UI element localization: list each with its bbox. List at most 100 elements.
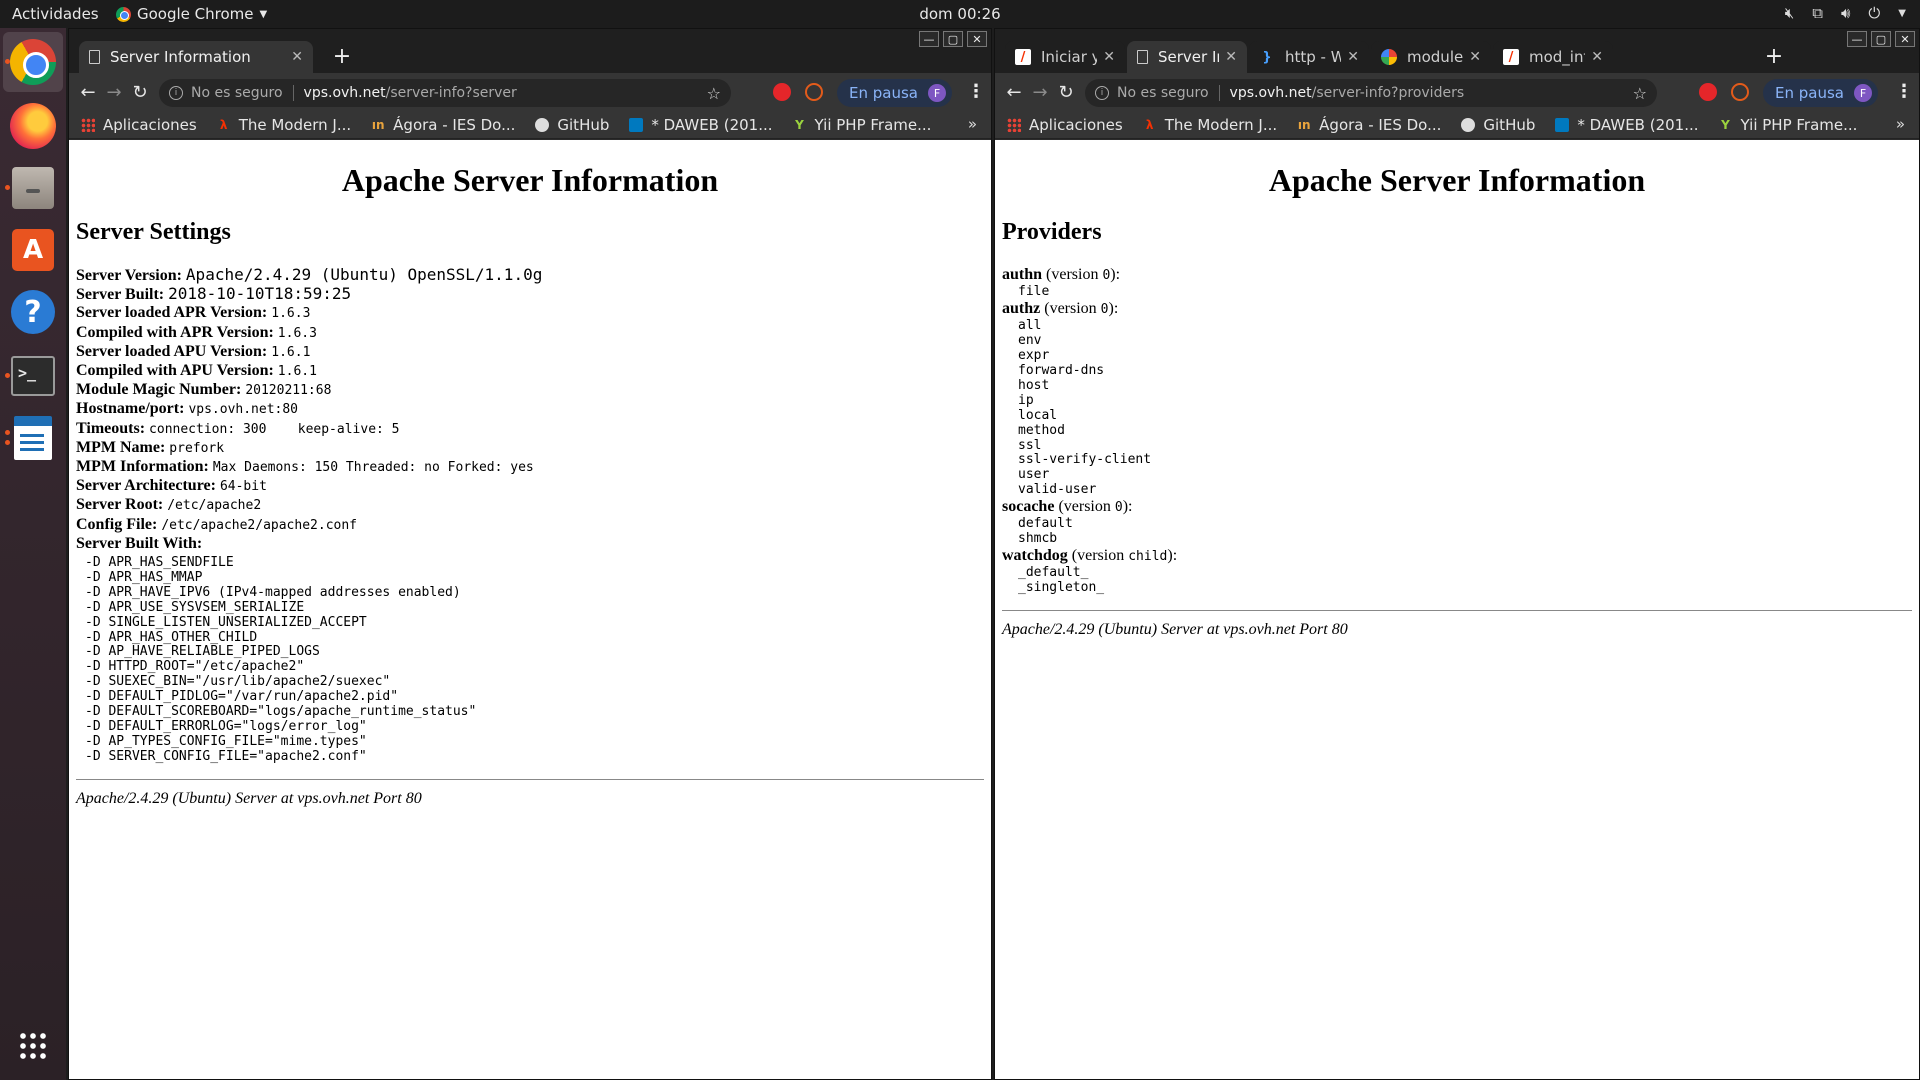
- tab-strip: / Iniciar y Para ✕ Server Inform ✕} http - Wg…: [995, 29, 1919, 73]
- yii-icon: Y: [1721, 117, 1730, 132]
- bookmark-modern-js[interactable]: λ The Modern J...: [217, 116, 351, 134]
- page-title: Apache Server Information: [341, 162, 719, 198]
- reload-button[interactable]: ↻: [1055, 81, 1077, 103]
- provider-row: socache (version 0):: [1002, 498, 1912, 517]
- provider-item: ip: [1018, 392, 1034, 408]
- network-icon[interactable]: ⧉: [1812, 4, 1823, 22]
- profile-paused-button[interactable]: En pausa F: [837, 79, 952, 107]
- dock-terminal[interactable]: >_: [3, 346, 63, 406]
- bookmark-star-icon[interactable]: ☆: [1633, 84, 1647, 103]
- tab-server-information[interactable]: Server Information ✕: [79, 41, 313, 73]
- maximize-button[interactable]: ▢: [1871, 31, 1891, 47]
- system-tray[interactable]: 🔇︎ ⧉ 🔊︎ ⏻ ▼: [1785, 4, 1906, 22]
- provider-item: ssl: [1018, 437, 1042, 453]
- activities-button[interactable]: Actividades: [12, 5, 99, 23]
- define-flag: -D DEFAULT_SCOREBOARD="logs/apache_runti…: [85, 704, 477, 720]
- page-content: Apache Server Information Server Setting…: [69, 140, 991, 1079]
- menu-icon[interactable]: ⋮: [967, 81, 985, 102]
- forward-button[interactable]: →: [103, 81, 125, 103]
- forward-button[interactable]: →: [1029, 81, 1051, 103]
- provider-item: _default_: [1018, 565, 1089, 581]
- bookmarks-more-button[interactable]: »: [968, 115, 977, 133]
- bookmark-label: The Modern J...: [238, 115, 352, 134]
- app-menu[interactable]: Google Chrome ▼: [116, 5, 267, 23]
- minimize-button[interactable]: —: [919, 31, 939, 47]
- close-icon[interactable]: ✕: [1225, 49, 1237, 65]
- bookmark-daweb[interactable]: * DAWEB (201...: [629, 116, 773, 134]
- define-flag: -D AP_TYPES_CONFIG_FILE="mime.types": [85, 733, 367, 749]
- reload-button[interactable]: ↻: [129, 81, 151, 103]
- profile-paused-button[interactable]: En pausa F: [1763, 79, 1878, 107]
- show-applications-button[interactable]: [3, 1016, 63, 1076]
- tab-2[interactable]: Server Inform ✕: [1127, 41, 1247, 73]
- info-icon[interactable]: i: [169, 86, 183, 100]
- agora-icon: ın: [371, 117, 385, 132]
- dock-help[interactable]: ?: [3, 282, 63, 342]
- extension-red-icon[interactable]: [773, 83, 791, 101]
- provider-version-suffix: ):: [1167, 547, 1178, 565]
- chevron-down-icon[interactable]: ▼: [1898, 8, 1906, 19]
- software-center-icon: A: [12, 229, 54, 271]
- provider-version-prefix: (version: [1042, 266, 1103, 283]
- bookmark-agora[interactable]: ın Ágora - IES Do...: [371, 116, 516, 134]
- close-icon[interactable]: ✕: [1469, 49, 1481, 65]
- extension-orange-icon[interactable]: [805, 83, 823, 101]
- address-bar[interactable]: i No es seguro vps.ovh.net/server-info?s…: [159, 79, 731, 107]
- server-signature: Apache/2.4.29 (Ubuntu) Server at vps.ovh…: [1002, 621, 1348, 639]
- bookmark-github[interactable]: GitHub: [535, 116, 609, 134]
- setting-value: prefork: [169, 440, 225, 456]
- browser-window-right: / Iniciar y Para ✕ Server Inform ✕} http - Wg…: [994, 28, 1920, 1080]
- tab-3[interactable]: } http - Wget I ✕: [1249, 41, 1369, 73]
- bookmark-github[interactable]: GitHub: [1461, 116, 1535, 134]
- tab-title: Iniciar y Para: [1041, 48, 1097, 66]
- minimize-button[interactable]: —: [1847, 31, 1867, 47]
- maximize-button[interactable]: ▢: [943, 31, 963, 47]
- dock-files[interactable]: [3, 158, 63, 218]
- close-icon[interactable]: ✕: [1347, 49, 1359, 65]
- menu-icon[interactable]: ⋮: [1895, 81, 1913, 102]
- close-icon[interactable]: ✕: [1591, 49, 1603, 65]
- dock-software[interactable]: A: [3, 220, 63, 280]
- bookmark-modern-js[interactable]: λ The Modern J...: [1143, 116, 1277, 134]
- dock-chrome[interactable]: [3, 32, 63, 92]
- back-button[interactable]: ←: [77, 81, 99, 103]
- new-tab-button[interactable]: +: [329, 43, 355, 69]
- extension-red-icon[interactable]: [1699, 83, 1717, 101]
- bookmarks-more-button[interactable]: »: [1896, 115, 1905, 133]
- back-button[interactable]: ←: [1003, 81, 1025, 103]
- section-heading: Providers: [1002, 219, 1102, 245]
- close-icon[interactable]: ✕: [291, 49, 303, 65]
- close-window-button[interactable]: ✕: [1895, 31, 1915, 47]
- tab-5[interactable]: / mod_info - A ✕: [1493, 41, 1613, 73]
- tab-1[interactable]: / Iniciar y Para ✕: [1005, 41, 1125, 73]
- new-tab-button[interactable]: +: [1761, 43, 1787, 69]
- extension-orange-icon[interactable]: [1731, 83, 1749, 101]
- laravel-icon: /: [1015, 49, 1031, 65]
- address-bar[interactable]: i No es seguro vps.ovh.net/server-info?p…: [1085, 79, 1657, 107]
- bookmark-star-icon[interactable]: ☆: [707, 84, 721, 103]
- bookmark-agora[interactable]: ın Ágora - IES Do...: [1297, 115, 1442, 134]
- provider-row: authz (version 0):: [1002, 300, 1912, 319]
- clock[interactable]: dom 00:26: [919, 5, 1000, 23]
- dock-firefox[interactable]: [3, 96, 63, 156]
- power-icon[interactable]: ⏻: [1868, 4, 1880, 22]
- paused-label: En pausa: [1775, 84, 1844, 102]
- dock: A ? >_: [0, 28, 66, 1080]
- dock-writer[interactable]: [3, 408, 63, 468]
- info-icon[interactable]: i: [1095, 86, 1109, 100]
- bookmark-apps[interactable]: Aplicaciones: [1007, 116, 1123, 134]
- tab-4[interactable]: module nam ✕: [1371, 41, 1491, 73]
- setting-row: Compiled with APR Version: 1.6.3: [76, 324, 984, 343]
- mute-icon[interactable]: 🔇︎: [1785, 4, 1794, 22]
- setting-row: Server loaded APU Version: 1.6.1: [76, 343, 984, 362]
- bookmark-yii[interactable]: Y Yii PHP Frame...: [793, 116, 931, 134]
- bookmark-label: Ágora - IES Do...: [1319, 115, 1442, 134]
- window-controls: — ▢ ✕: [919, 31, 987, 47]
- bookmark-yii[interactable]: Y Yii PHP Frame...: [1719, 116, 1857, 134]
- define-flag: -D APR_HAS_SENDFILE: [85, 555, 234, 571]
- bookmark-apps[interactable]: Aplicaciones: [81, 116, 197, 134]
- close-window-button[interactable]: ✕: [967, 31, 987, 47]
- volume-icon[interactable]: 🔊︎: [1841, 4, 1850, 22]
- close-icon[interactable]: ✕: [1103, 49, 1115, 65]
- bookmark-daweb[interactable]: * DAWEB (201...: [1555, 116, 1699, 134]
